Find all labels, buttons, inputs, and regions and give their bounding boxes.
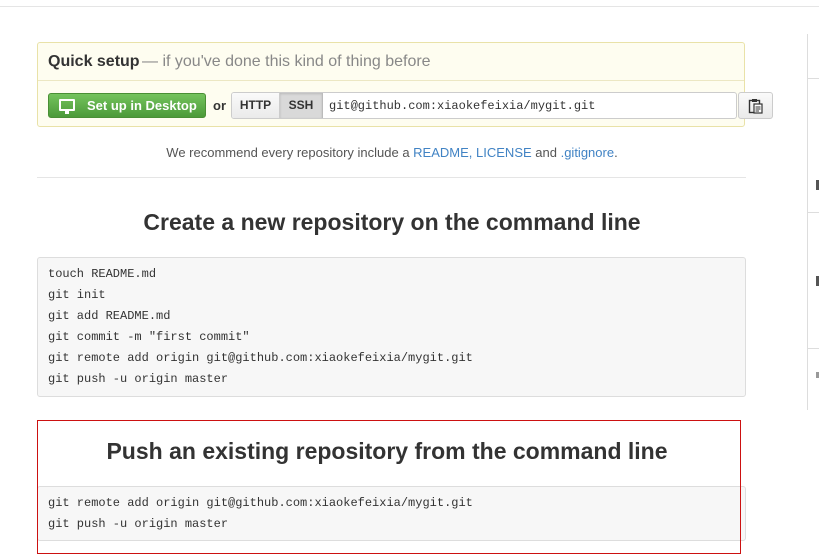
code-line: git commit -m "first commit" xyxy=(48,330,250,344)
clipboard-icon xyxy=(748,99,763,114)
desktop-monitor-icon xyxy=(59,99,75,114)
create-repo-code-block[interactable]: touch README.md git init git add README.… xyxy=(37,257,746,397)
ssh-protocol-button[interactable]: SSH xyxy=(280,93,323,118)
code-line: git remote add origin git@github.com:xia… xyxy=(48,351,473,365)
recommendation-text: We recommend every repository include a … xyxy=(0,145,784,160)
copy-to-clipboard-button[interactable] xyxy=(738,92,773,119)
setup-in-desktop-label: Set up in Desktop xyxy=(87,98,197,113)
gitignore-link[interactable]: .gitignore xyxy=(561,145,614,160)
http-protocol-button[interactable]: HTTP xyxy=(232,93,280,118)
quick-setup-header: Quick setup — if you've done this kind o… xyxy=(38,43,744,81)
top-divider xyxy=(0,6,819,7)
quick-setup-box: Quick setup — if you've done this kind o… xyxy=(37,42,773,127)
setup-in-desktop-button[interactable]: Set up in Desktop xyxy=(48,93,206,118)
code-line: git init xyxy=(48,288,106,302)
sidebar-divider xyxy=(807,212,819,213)
sidebar-divider xyxy=(807,348,819,349)
create-repo-heading: Create a new repository on the command l… xyxy=(143,209,641,235)
sidebar-divider xyxy=(807,78,819,79)
section-divider xyxy=(37,177,746,178)
code-line: git push -u origin master xyxy=(48,372,229,386)
sidebar-edge xyxy=(807,34,819,410)
recommend-and: and xyxy=(531,145,561,160)
red-highlight-box xyxy=(37,420,741,554)
clone-url-group: HTTP SSH xyxy=(231,92,737,119)
license-link[interactable]: LICENSE xyxy=(476,145,532,160)
quick-setup-title: Quick setup xyxy=(48,53,140,70)
comma-separator: , xyxy=(468,145,477,160)
clone-url-input[interactable] xyxy=(329,93,729,118)
quick-setup-subtitle: — if you've done this kind of thing befo… xyxy=(142,53,431,70)
code-line: git add README.md xyxy=(48,309,171,323)
recommend-suffix: . xyxy=(614,145,618,160)
recommend-prefix: We recommend every repository include a xyxy=(166,145,414,160)
code-line: touch README.md xyxy=(48,267,157,281)
readme-link[interactable]: README xyxy=(413,145,469,160)
or-separator: or xyxy=(213,98,226,113)
